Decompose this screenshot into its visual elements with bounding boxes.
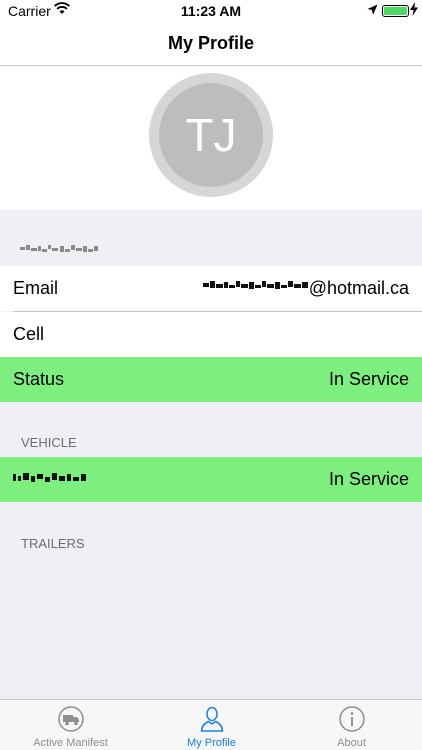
status-bar: Carrier 11:23 AM: [0, 0, 422, 22]
truck-icon: [0, 706, 141, 732]
email-row[interactable]: Email @hotmail.ca: [0, 266, 422, 311]
vehicle-name-redacted: [13, 470, 89, 491]
vehicle-status: In Service: [328, 469, 409, 489]
navigation-bar: My Profile: [0, 22, 422, 66]
tab-about[interactable]: About: [281, 700, 422, 750]
email-domain: @hotmail.ca: [308, 278, 409, 298]
email-user-redacted: [202, 278, 309, 299]
status-value: In Service: [328, 369, 409, 389]
profile-header: TJ: [0, 66, 422, 210]
tab-label: About: [337, 737, 366, 749]
email-value: @hotmail.ca: [202, 278, 409, 299]
cell-row[interactable]: Cell: [0, 312, 422, 357]
location-arrow-icon: [367, 3, 378, 19]
charging-bolt-icon: [410, 2, 418, 19]
page-title: My Profile: [167, 33, 255, 53]
email-label: Email: [13, 278, 59, 298]
avatar-ring: TJ: [149, 73, 273, 197]
info-icon: [281, 706, 422, 732]
driver-status-row[interactable]: Status In Service: [0, 357, 422, 402]
tab-active-manifest[interactable]: Active Manifest: [0, 700, 141, 750]
status-label: Status: [13, 369, 65, 389]
tab-label: Active Manifest: [33, 737, 108, 749]
tab-bar: Active Manifest My Profile About: [0, 699, 422, 750]
driver-name-redacted: [20, 243, 100, 262]
vehicle-row[interactable]: In Service: [0, 457, 422, 502]
tab-label: My Profile: [187, 737, 236, 749]
person-icon: [141, 706, 282, 732]
trailers-section-header: TRAILERS: [21, 536, 85, 551]
clock: 11:23 AM: [180, 3, 242, 19]
tab-my-profile[interactable]: My Profile: [141, 700, 282, 750]
avatar: TJ: [159, 83, 263, 187]
battery-icon: [382, 5, 409, 17]
cell-label: Cell: [13, 324, 45, 344]
vehicle-section-header: VEHICLE: [21, 435, 77, 450]
